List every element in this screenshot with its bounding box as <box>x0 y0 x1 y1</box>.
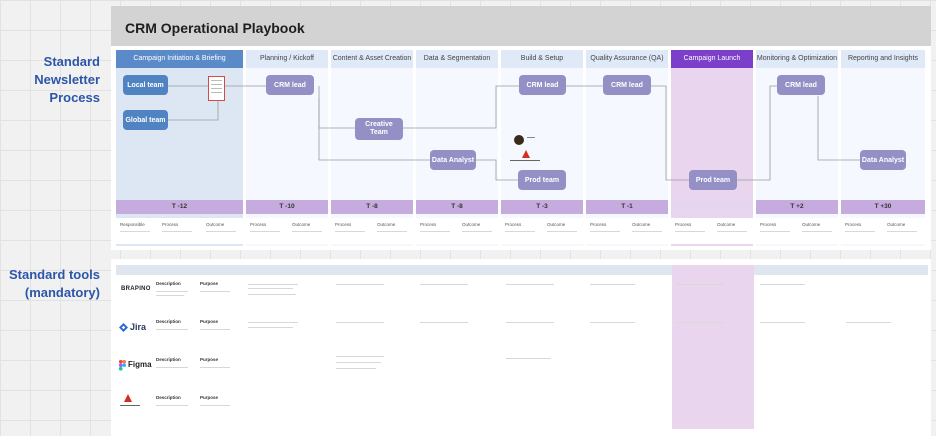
connector <box>318 86 355 129</box>
node-prod-team-build[interactable]: Prod team <box>518 170 566 190</box>
placeholder-line <box>590 322 635 323</box>
placeholder-line <box>200 367 230 368</box>
logo-caption-line <box>510 160 540 161</box>
placeholder-line <box>336 356 384 357</box>
placeholder-line <box>336 284 384 285</box>
placeholder-line <box>248 284 298 285</box>
placeholder-line <box>420 322 468 323</box>
placeholder-line <box>420 284 468 285</box>
node-crm-lead-monitoring[interactable]: CRM lead <box>777 75 825 95</box>
placeholder-line <box>156 329 188 330</box>
jira-logo-icon <box>119 323 128 332</box>
connector <box>737 85 777 181</box>
tool-purpose-label: Purpose <box>200 281 219 286</box>
placeholder-line <box>248 288 293 289</box>
tool-row-figma: Figma Description Purpose <box>116 352 928 390</box>
figma-logo-icon <box>119 360 126 371</box>
jira-logo: Jira <box>130 322 147 332</box>
placeholder-line <box>760 322 805 323</box>
tools-header-band <box>116 265 928 275</box>
tool-row-brapino: BRAPINO Description Purpose <box>116 276 928 314</box>
placeholder-line <box>676 284 724 285</box>
placeholder-line <box>156 367 188 368</box>
partner-logo-icon <box>514 135 524 145</box>
tool-description-label: Description <box>156 357 181 362</box>
placeholder-line <box>846 322 891 323</box>
node-creative-team[interactable]: Creative Team <box>355 118 403 140</box>
placeholder-line <box>156 295 184 296</box>
tool-purpose-label: Purpose <box>200 357 219 362</box>
placeholder-line <box>506 284 554 285</box>
placeholder-line <box>336 362 381 363</box>
placeholder-line <box>506 322 554 323</box>
placeholder-line <box>336 322 384 323</box>
node-prod-team-launch[interactable]: Prod team <box>689 170 737 190</box>
logo-caption-line <box>120 405 140 406</box>
placeholder-line <box>590 284 635 285</box>
node-data-analyst-reporting[interactable]: Data Analyst <box>860 150 906 170</box>
placeholder-line <box>200 291 230 292</box>
node-crm-lead-qa[interactable]: CRM lead <box>603 75 651 95</box>
tool-purpose-label: Purpose <box>200 395 219 400</box>
connector <box>817 96 860 161</box>
node-crm-lead-planning[interactable]: CRM lead <box>266 75 314 95</box>
tool-purpose-label: Purpose <box>200 319 219 324</box>
node-data-analyst-segmentation[interactable]: Data Analyst <box>430 150 476 170</box>
connector <box>476 159 518 181</box>
adobe-logo-icon <box>522 150 530 158</box>
brapino-logo: BRAPINO <box>121 286 151 292</box>
section-label-tools: Standard tools (mandatory) <box>2 266 100 302</box>
tool-row-jira: Jira Description Purpose <box>116 314 928 352</box>
placeholder-line <box>336 368 376 369</box>
placeholder-line <box>506 358 551 359</box>
section-label-line: (mandatory) <box>24 285 100 300</box>
node-global-team[interactable]: Global team <box>123 110 168 130</box>
brief-document-thumbnail[interactable] <box>208 76 225 101</box>
connector <box>651 85 689 181</box>
placeholder-line <box>248 322 298 323</box>
section-label-line: Standard tools <box>8 267 100 282</box>
node-crm-lead-build[interactable]: CRM lead <box>519 75 566 95</box>
connector <box>403 85 519 129</box>
placeholder-line <box>248 294 296 295</box>
tool-description-label: Description <box>156 319 181 324</box>
tool-row-adobe: Description Purpose <box>116 390 928 428</box>
node-local-team[interactable]: Local team <box>123 75 168 95</box>
placeholder-line <box>676 322 724 323</box>
placeholder-line <box>156 405 188 406</box>
tool-description-label: Description <box>156 281 181 286</box>
logo-caption-line <box>527 137 535 138</box>
tool-description-label: Description <box>156 395 181 400</box>
placeholder-line <box>200 405 230 406</box>
figma-logo: Figma <box>128 360 152 369</box>
placeholder-line <box>200 329 230 330</box>
adobe-logo-icon <box>124 394 132 402</box>
placeholder-line <box>248 327 293 328</box>
placeholder-line <box>156 291 188 292</box>
placeholder-line <box>760 284 805 285</box>
